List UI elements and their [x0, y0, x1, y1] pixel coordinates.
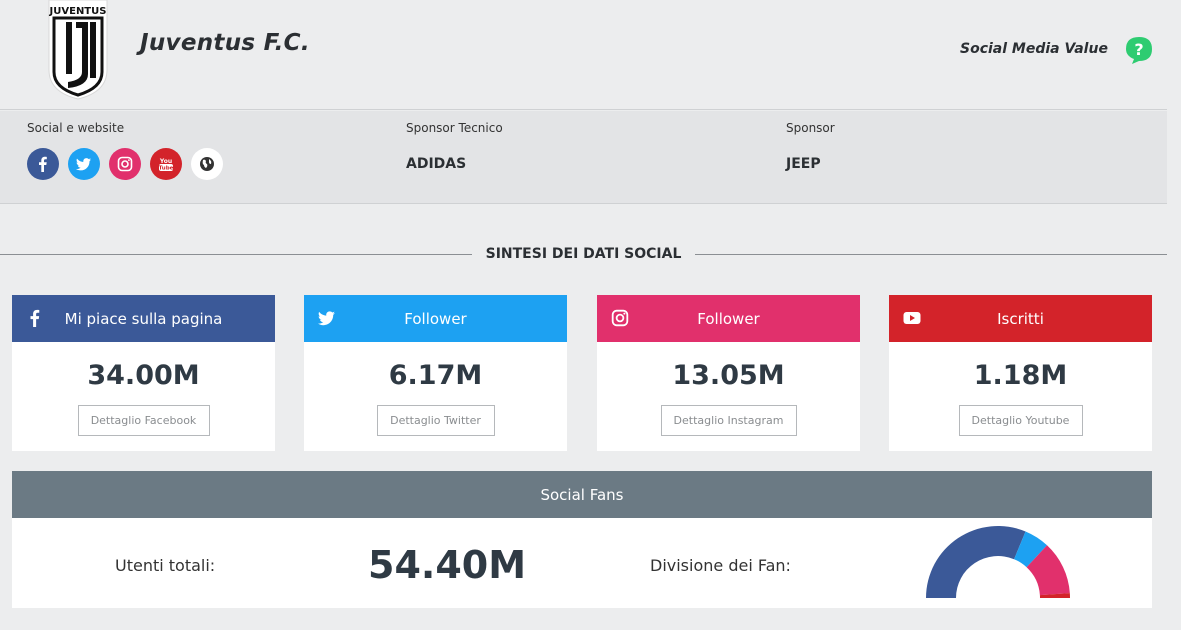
instagram-card: Follower 13.05M Dettaglio Instagram — [597, 295, 860, 451]
instagram-card-title: Follower — [697, 309, 760, 328]
twitter-card: Follower 6.17M Dettaglio Twitter — [304, 295, 567, 451]
tech-sponsor-column: Sponsor Tecnico ADIDAS — [406, 121, 503, 172]
svg-text:You: You — [159, 158, 172, 165]
facebook-card-title: Mi piace sulla pagina — [64, 309, 223, 328]
header: JUVENTUS Juventus F.C. Social Media Valu… — [0, 0, 1167, 110]
facebook-icon[interactable] — [27, 148, 59, 180]
section-title: SINTESI DEI DATI SOCIAL — [471, 246, 696, 262]
facebook-card: Mi piace sulla pagina 34.00M Dettaglio F… — [12, 295, 275, 451]
youtube-card: Iscritti 1.18M Dettaglio Youtube — [889, 295, 1152, 451]
tech-sponsor-value: ADIDAS — [406, 156, 467, 172]
social-media-value-link[interactable]: Social Media Value — [960, 41, 1108, 57]
section-header: SINTESI DEI DATI SOCIAL — [0, 246, 1167, 266]
fan-division-label: Divisione dei Fan: — [650, 556, 791, 575]
facebook-card-value: 34.00M — [87, 360, 200, 391]
club-name: Juventus F.C. — [140, 30, 310, 56]
fan-division-chart — [926, 526, 1070, 598]
globe-icon[interactable] — [191, 148, 223, 180]
total-users-label: Utenti totali: — [115, 556, 216, 575]
twitter-card-title: Follower — [404, 309, 467, 328]
instagram-detail-button[interactable]: Dettaglio Instagram — [660, 405, 797, 436]
facebook-card-header: Mi piace sulla pagina — [12, 295, 275, 342]
twitter-card-header: Follower — [304, 295, 567, 342]
youtube-play-icon — [903, 309, 921, 327]
info-bar: Social e website You Tube Sponsor Tecnico… — [0, 111, 1167, 204]
social-fans-panel: Social Fans Utenti totali: 54.40M Divisi… — [12, 471, 1152, 608]
donut-slice-facebook — [926, 526, 1026, 598]
sponsor-label: Sponsor — [786, 121, 835, 135]
twitter-icon[interactable] — [68, 148, 100, 180]
social-fans-title: Social Fans — [540, 485, 624, 504]
youtube-card-value: 1.18M — [973, 360, 1068, 391]
instagram-icon — [611, 309, 629, 327]
social-fans-header: Social Fans — [12, 471, 1152, 518]
svg-text:Tube: Tube — [159, 166, 174, 172]
total-users-value: 54.40M — [368, 543, 527, 587]
facebook-detail-button[interactable]: Dettaglio Facebook — [77, 405, 210, 436]
instagram-icon[interactable] — [109, 148, 141, 180]
social-links-column: Social e website You Tube — [27, 121, 223, 180]
tech-sponsor-label: Sponsor Tecnico — [406, 121, 503, 135]
youtube-card-title: Iscritti — [997, 309, 1044, 328]
youtube-card-header: Iscritti — [889, 295, 1152, 342]
club-logo-text: JUVENTUS — [49, 6, 107, 17]
youtube-detail-button[interactable]: Dettaglio Youtube — [958, 405, 1083, 436]
instagram-card-header: Follower — [597, 295, 860, 342]
twitter-icon — [318, 309, 336, 327]
facebook-icon — [26, 309, 44, 327]
sponsor-value: JEEP — [786, 156, 821, 172]
social-icons-row: You Tube — [27, 148, 223, 180]
social-label: Social e website — [27, 121, 125, 135]
twitter-detail-button[interactable]: Dettaglio Twitter — [376, 405, 495, 436]
instagram-card-value: 13.05M — [672, 360, 785, 391]
svg-text:?: ? — [1134, 40, 1143, 59]
sponsor-column: Sponsor JEEP — [786, 121, 835, 172]
question-bubble-icon[interactable]: ? — [1124, 35, 1154, 65]
twitter-card-value: 6.17M — [388, 360, 483, 391]
club-logo: JUVENTUS — [46, 0, 110, 100]
youtube-icon[interactable]: You Tube — [150, 148, 182, 180]
